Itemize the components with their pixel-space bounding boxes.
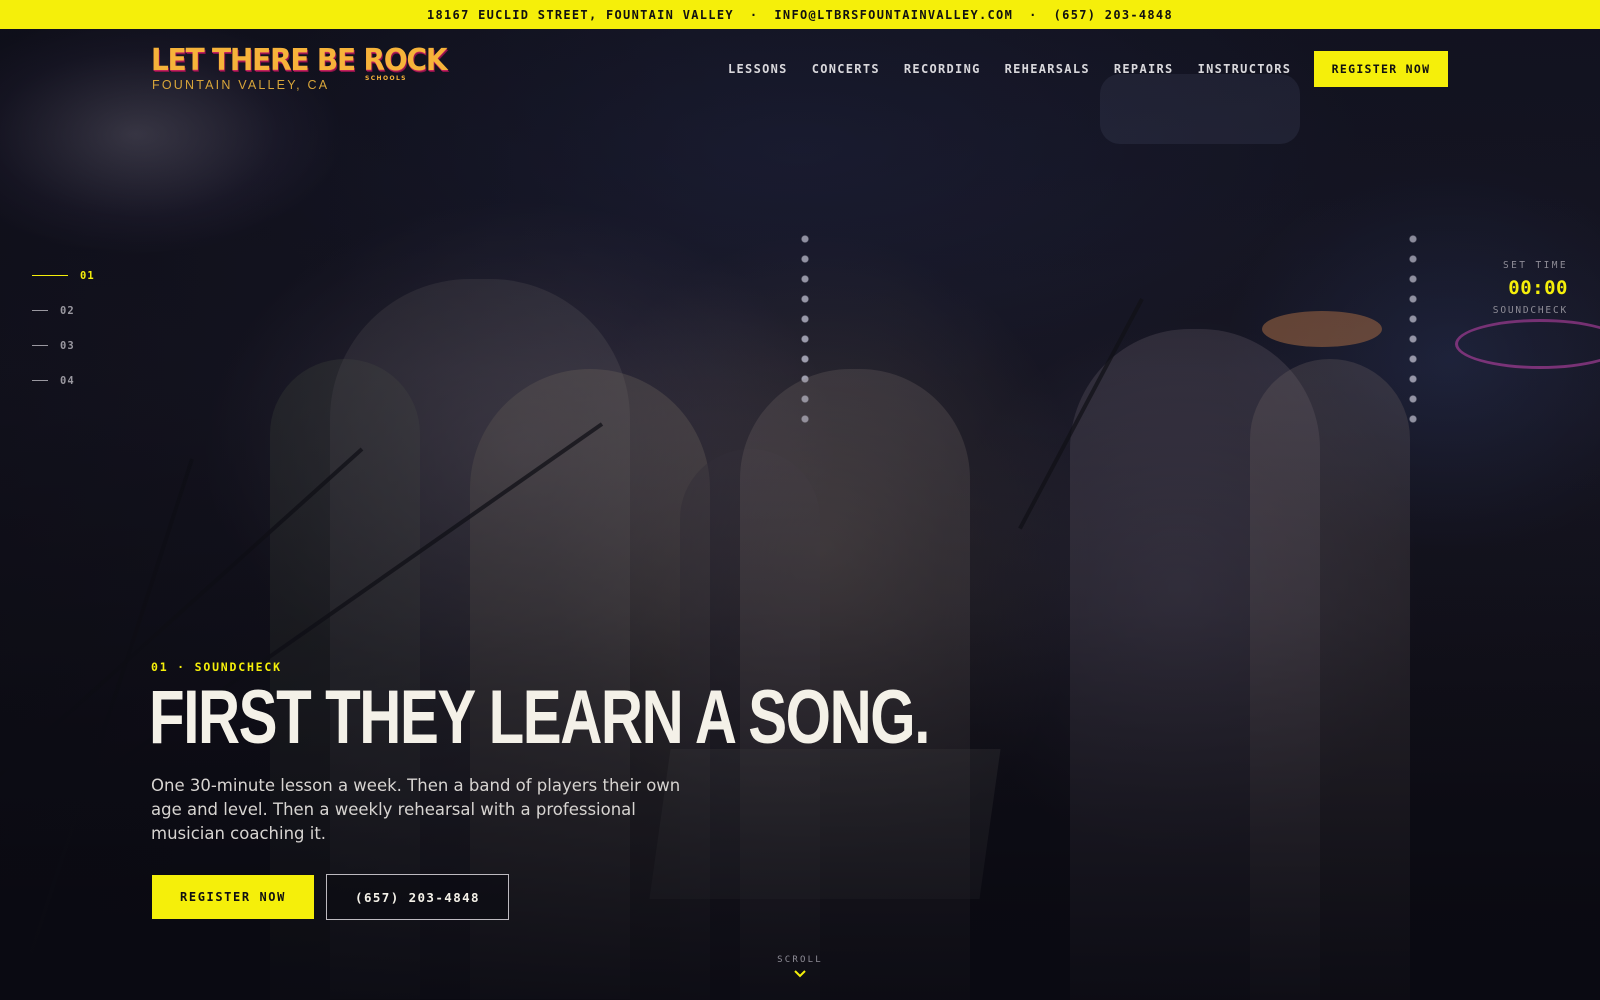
slide-index-line	[32, 310, 48, 311]
top-info-bar: 18167 EUCLID STREET, FOUNTAIN VALLEY · I…	[0, 0, 1600, 29]
nav-item-rehearsals[interactable]: REHEARSALS	[1005, 59, 1090, 79]
site-logo[interactable]: LET THERE BE ROCK SCHOOLS FOUNTAIN VALLE…	[151, 42, 448, 94]
slide-index-number: 03	[60, 339, 75, 352]
hero-background-photo	[0, 29, 1600, 1000]
hero-overlay	[0, 29, 1600, 1000]
slide-index-number: 02	[60, 304, 75, 317]
slide-index-item[interactable]: 02	[32, 293, 95, 328]
hero-eyebrow: 01 · SOUNDCHECK	[151, 660, 282, 674]
slide-index-number: 04	[60, 374, 75, 387]
phone-link[interactable]: (657) 203-4848	[1054, 8, 1173, 22]
logo-location: FOUNTAIN VALLEY, CA	[152, 78, 330, 92]
scroll-label: SCROLL	[777, 955, 823, 965]
slide-index-line	[32, 380, 48, 381]
logo-wordmark: LET THERE BE ROCK	[151, 42, 448, 78]
slide-index: 01 02 03 04	[32, 258, 95, 398]
set-time-stage: SOUNDCHECK	[1492, 305, 1568, 316]
chevron-down-icon	[794, 970, 806, 978]
slide-index-item[interactable]: 03	[32, 328, 95, 363]
nav-item-concerts[interactable]: CONCERTS	[812, 59, 880, 79]
set-time-panel: SET TIME 00:00 SOUNDCHECK	[1493, 260, 1568, 316]
header-register-button[interactable]: REGISTER NOW	[1314, 51, 1448, 87]
call-phone-button[interactable]: (657) 203-4848	[326, 874, 509, 920]
separator: ·	[749, 7, 759, 22]
main-nav: LESSONS CONCERTS RECORDING REHEARSALS RE…	[728, 59, 1291, 79]
nav-item-repairs[interactable]: REPAIRS	[1114, 59, 1174, 79]
nav-item-recording[interactable]: RECORDING	[904, 59, 981, 79]
logo-schools-text: SCHOOLS	[365, 75, 407, 82]
hero-headline: FIRST THEY LEARN A SONG.	[149, 676, 930, 761]
register-now-button[interactable]: REGISTER NOW	[152, 875, 314, 919]
email-link[interactable]: INFO@LTBRSFOUNTAINVALLEY.COM	[774, 8, 1013, 22]
set-time-value: 00:00	[1508, 277, 1568, 299]
slide-index-line	[32, 345, 48, 346]
slide-index-number: 01	[80, 269, 95, 282]
hero-description: One 30-minute lesson a week. Then a band…	[151, 776, 681, 843]
separator: ·	[1029, 7, 1038, 22]
address-text: 18167 EUCLID STREET, FOUNTAIN VALLEY	[426, 7, 734, 22]
scroll-cue[interactable]: SCROLL	[740, 955, 860, 979]
slide-index-item[interactable]: 01	[32, 258, 95, 293]
set-time-label: SET TIME	[1503, 260, 1568, 271]
slide-index-item[interactable]: 04	[32, 363, 95, 398]
nav-item-instructors[interactable]: INSTRUCTORS	[1198, 59, 1292, 79]
nav-item-lessons[interactable]: LESSONS	[728, 59, 788, 79]
slide-index-line	[32, 275, 68, 276]
